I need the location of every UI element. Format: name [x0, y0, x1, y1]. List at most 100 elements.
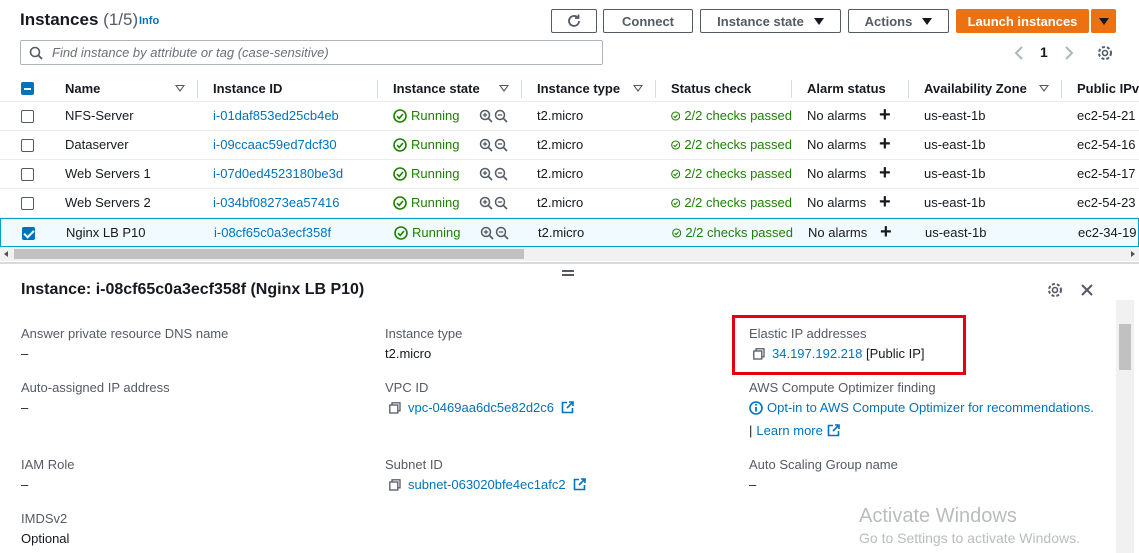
vpc-id-label: VPC ID: [385, 380, 429, 395]
sort-icon[interactable]: [633, 85, 643, 92]
iam-role-label: IAM Role: [21, 457, 75, 472]
table-row[interactable]: Nginx LB P10 i-08cf65c0a3ecf358f Running t2…: [0, 218, 1139, 247]
instance-name: NFS-Server: [65, 108, 134, 123]
instance-name: Dataserver: [65, 137, 129, 152]
zoom-in-icon[interactable]: [480, 226, 494, 240]
status-check: 2/2 checks passed: [672, 225, 793, 240]
row-checkbox[interactable]: [22, 227, 35, 240]
refresh-button[interactable]: [551, 9, 597, 33]
instance-id-link[interactable]: i-08cf65c0a3ecf358f: [214, 225, 331, 240]
table-row[interactable]: Dataserver i-09ccaac59ed7dcf30 Running t2.m…: [0, 131, 1139, 160]
row-checkbox[interactable]: [21, 139, 34, 152]
launch-options-button[interactable]: [1091, 9, 1116, 33]
zoom-out-icon[interactable]: [494, 138, 508, 152]
row-checkbox[interactable]: [21, 110, 34, 123]
zoom-out-icon[interactable]: [494, 167, 508, 181]
imdsv2-value: Optional: [21, 531, 70, 546]
table-row[interactable]: Web Servers 2 i-034bf08273ea57416 Running t…: [0, 189, 1139, 218]
add-alarm-icon[interactable]: +: [879, 163, 891, 183]
column-header-alarm-status[interactable]: Alarm status: [807, 81, 886, 96]
add-alarm-icon[interactable]: +: [879, 134, 891, 154]
check-circle-icon: [671, 168, 681, 179]
close-icon[interactable]: [1080, 283, 1094, 297]
add-alarm-icon[interactable]: +: [879, 192, 891, 212]
page-number[interactable]: 1: [1040, 44, 1048, 60]
prev-page-icon[interactable]: [1013, 45, 1025, 61]
column-header-status-check[interactable]: Status check: [671, 81, 751, 96]
public-ipv4-dns: ec2-34-19: [1078, 225, 1137, 240]
zoom-out-icon[interactable]: [494, 109, 508, 123]
instance-id-link[interactable]: i-09ccaac59ed7dcf30: [213, 137, 337, 152]
scroll-left-icon[interactable]: [4, 251, 8, 257]
gear-icon[interactable]: [1096, 44, 1114, 62]
zoom-out-icon[interactable]: [494, 196, 508, 210]
public-ipv4-dns: ec2-54-17: [1077, 166, 1136, 181]
zoom-in-icon[interactable]: [479, 109, 493, 123]
add-alarm-icon[interactable]: +: [879, 105, 891, 125]
subnet-id-link[interactable]: subnet-063020bfe4ec1afc2: [408, 477, 566, 492]
column-header-instance-id[interactable]: Instance ID: [213, 81, 282, 96]
external-link-icon[interactable]: [561, 401, 574, 414]
zoom-in-icon[interactable]: [479, 196, 493, 210]
instance-id-link[interactable]: i-034bf08273ea57416: [213, 195, 340, 210]
column-header-instance-state[interactable]: Instance state: [393, 81, 480, 96]
zoom-in-icon[interactable]: [479, 138, 493, 152]
connect-button[interactable]: Connect: [603, 9, 693, 33]
launch-instances-button[interactable]: Launch instances: [956, 9, 1089, 33]
copy-icon[interactable]: [389, 478, 401, 491]
table-row[interactable]: NFS-Server i-01daf853ed25cb4eb Running t2.m…: [0, 102, 1139, 131]
check-circle-icon: [393, 137, 407, 152]
learn-more-link[interactable]: Learn more: [756, 423, 822, 438]
scroll-right-icon[interactable]: [1131, 251, 1135, 257]
column-header-public-ipv4[interactable]: Public IPv: [1077, 81, 1139, 96]
instance-state-text: Running: [411, 166, 460, 181]
instance-type: t2.micro: [537, 108, 584, 123]
status-check-text: 2/2 checks passed: [684, 108, 792, 123]
status-check-text: 2/2 checks passed: [684, 166, 792, 181]
status-check: 2/2 checks passed: [671, 137, 792, 152]
public-ipv4-dns: ec2-54-23: [1077, 195, 1136, 210]
scroll-thumb[interactable]: [14, 249, 524, 259]
instance-state: Running: [394, 225, 460, 240]
row-checkbox[interactable]: [21, 168, 34, 181]
status-check-text: 2/2 checks passed: [685, 225, 793, 240]
horizontal-scrollbar[interactable]: [0, 247, 1139, 261]
sort-icon[interactable]: [1039, 85, 1049, 92]
search-input[interactable]: [20, 40, 603, 65]
highlight-box: [732, 315, 966, 375]
zoom-in-icon[interactable]: [479, 167, 493, 181]
optimizer-optin-link[interactable]: Opt-in to AWS Compute Optimizer for reco…: [767, 400, 1094, 415]
instance-id-link[interactable]: i-01daf853ed25cb4eb: [213, 108, 339, 123]
status-check-text: 2/2 checks passed: [684, 137, 792, 152]
vpc-id-link[interactable]: vpc-0469aa6dc5e82d2c6: [408, 400, 554, 415]
refresh-icon: [568, 14, 580, 27]
optimizer-label: AWS Compute Optimizer finding: [749, 380, 936, 395]
external-link-icon[interactable]: [573, 478, 586, 491]
select-all-checkbox[interactable]: [21, 82, 34, 95]
column-header-availability-zone[interactable]: Availability Zone: [924, 81, 1027, 96]
gear-icon[interactable]: [1046, 281, 1064, 299]
column-header-name[interactable]: Name: [65, 81, 100, 96]
copy-icon[interactable]: [389, 401, 401, 414]
resize-handle[interactable]: [562, 270, 574, 276]
vertical-scrollbar[interactable]: [1116, 300, 1134, 553]
info-link[interactable]: Info: [139, 15, 159, 27]
auto-ip-label: Auto-assigned IP address: [21, 380, 170, 395]
add-alarm-icon[interactable]: +: [880, 222, 892, 242]
column-header-instance-type[interactable]: Instance type: [537, 81, 620, 96]
sort-icon[interactable]: [175, 85, 185, 92]
sort-icon[interactable]: [499, 85, 509, 92]
asg-value: –: [749, 477, 757, 492]
instance-state-button[interactable]: Instance state: [700, 9, 841, 33]
row-checkbox[interactable]: [21, 197, 34, 210]
search-field[interactable]: [50, 44, 590, 61]
instance-type: t2.micro: [537, 137, 584, 152]
actions-button[interactable]: Actions: [848, 9, 949, 33]
next-page-icon[interactable]: [1063, 45, 1075, 61]
external-link-icon[interactable]: [827, 424, 840, 437]
scroll-thumb[interactable]: [1119, 324, 1131, 370]
instance-id-link[interactable]: i-07d0ed4523180be3d: [213, 166, 343, 181]
table-row[interactable]: Web Servers 1 i-07d0ed4523180be3d Running t…: [0, 160, 1139, 189]
zoom-out-icon[interactable]: [495, 226, 509, 240]
details-title: Instance: i-08cf65c0a3ecf358f (Nginx LB …: [21, 281, 365, 298]
